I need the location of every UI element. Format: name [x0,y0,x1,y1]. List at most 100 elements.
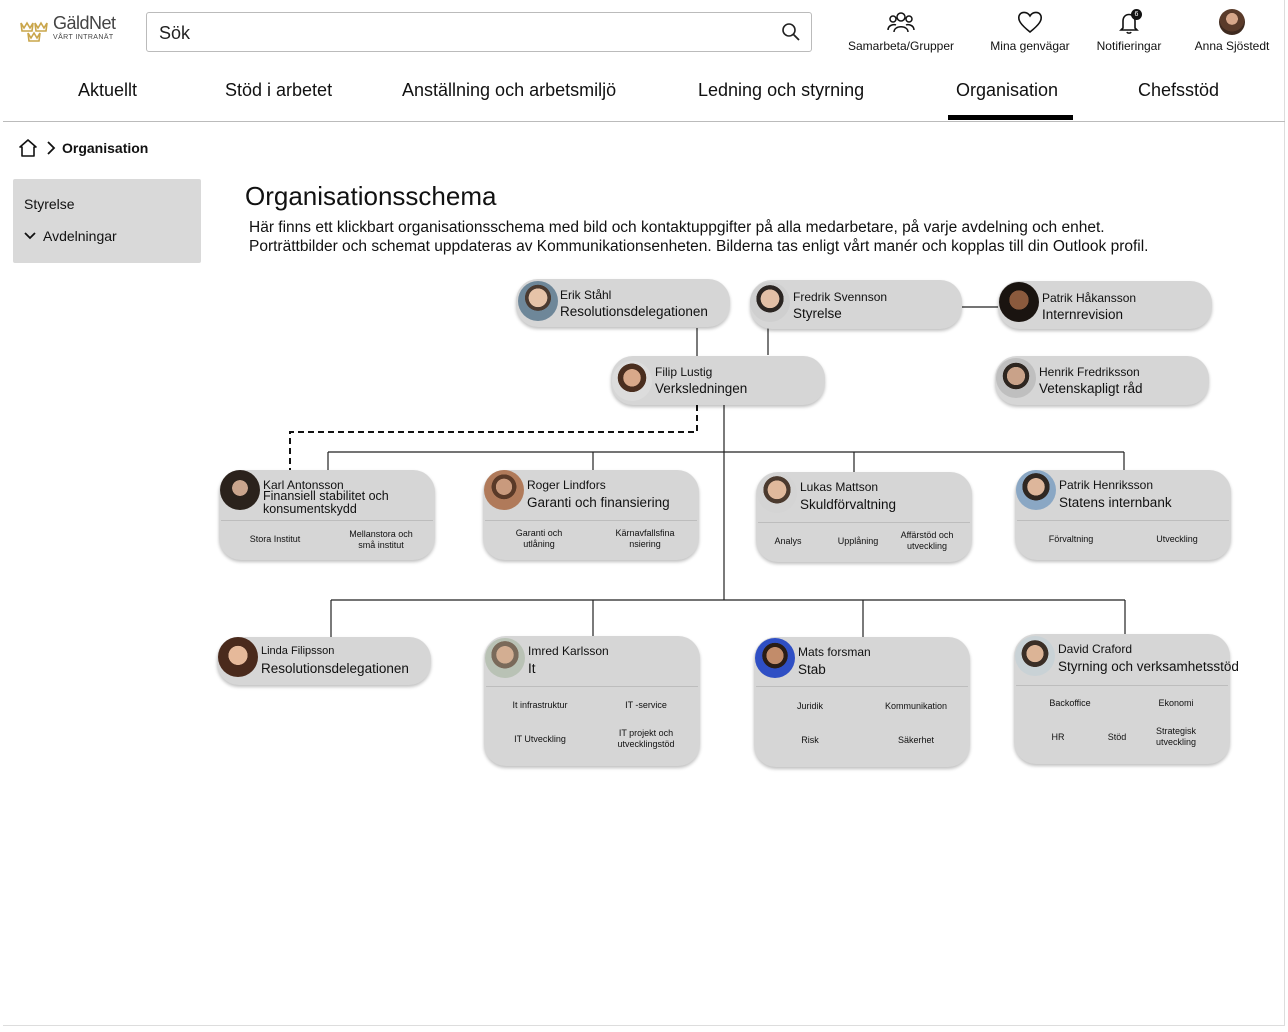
logo-subtitle: VÅRT INTRANÄT [53,34,114,41]
sub-unit[interactable]: IT projekt och utvecklingstöd [606,728,686,750]
sub-unit[interactable]: Mellanstora och små institut [341,529,421,551]
card-divider [758,522,970,523]
nav-stod-i-arbetet[interactable]: Stöd i arbetet [225,80,332,101]
nav-organisation[interactable]: Organisation [956,80,1058,101]
search-icon[interactable] [781,22,801,42]
org-card-patrik-hakansson[interactable]: Patrik Håkansson Internrevision [998,281,1212,329]
unit-name: Finansiell stabilitet och konsumentskydd [263,489,389,516]
person-name: Mats forsman [798,645,871,659]
unit-name: Styrelse [793,306,842,321]
org-card-mats-forsman[interactable]: Mats forsman Stab Juridik Kommunikation … [754,637,970,767]
unit-name: Internrevision [1042,307,1124,322]
chevron-down-icon [24,232,36,240]
nav-aktuellt[interactable]: Aktuellt [78,80,137,101]
card-divider [485,520,697,521]
sidebar-item-avdelningar[interactable]: Avdelningar [24,228,117,244]
person-name: Filip Lustig [655,365,713,379]
breadcrumb: Organisation [18,138,148,158]
sidebar-item-styrelse[interactable]: Styrelse [24,196,75,212]
unit-name: Styrning och verksamhetsstöd [1058,659,1239,674]
nav-ledning[interactable]: Ledning och styrning [698,80,864,101]
org-card-imred-karlsson[interactable]: Imred Karlsson It It infrastruktur IT -s… [484,636,700,766]
breadcrumb-current: Organisation [62,140,149,156]
org-card-fredrik-svennson[interactable]: Fredrik Svennson Styrelse [750,280,962,329]
sub-unit[interactable]: Affärstöd och utveckling [892,530,962,552]
unit-name: Verksledningen [655,381,748,396]
nav-anstallning[interactable]: Anställning och arbetsmiljö [402,80,616,101]
sub-unit[interactable]: Stöd [1098,732,1136,743]
org-card-roger-lindfors[interactable]: Roger Lindfors Garanti och finansiering … [483,470,699,560]
sub-unit[interactable]: Upplåning [830,536,886,547]
samarbeta-label: Samarbeta/Grupper [847,39,955,53]
sub-unit[interactable]: Backoffice [1034,698,1106,709]
org-card-patrik-henriksson[interactable]: Patrik Henriksson Statens internbank För… [1015,470,1231,560]
sub-unit[interactable]: Strategisk utveckling [1146,726,1206,748]
search-placeholder: Sök [159,23,191,43]
sub-unit[interactable]: IT Utveckling [498,734,582,745]
unit-name: Statens internbank [1059,495,1172,510]
notifieringar-label: Notifieringar [1096,39,1162,53]
main-navigation: Aktuellt Stöd i arbetet Anställning och … [3,68,1285,122]
person-name: Lukas Mattson [800,480,879,494]
genvagar-label: Mina genvägar [990,39,1070,53]
avatar [1015,636,1055,676]
notifieringar-button[interactable]: 6 Notifieringar [1092,8,1166,53]
sub-unit[interactable]: Stora Institut [239,534,311,545]
sub-unit[interactable]: Garanti och utlåning [503,528,575,550]
org-card-erik-stahl[interactable]: Erik Ståhl Resolutionsdelegationen [516,279,730,327]
person-name: Patrik Henriksson [1059,478,1154,492]
page-title: Organisationsschema [245,181,497,211]
sub-unit[interactable]: Utveckling [1143,534,1211,545]
user-profile-button[interactable]: Anna Sjöstedt [1192,9,1272,53]
unit-name: Resolutionsdelegationen [261,661,409,676]
card-divider [486,686,698,687]
notification-badge: 6 [1131,9,1142,20]
avatar [220,470,260,510]
sub-unit[interactable]: Juridik [778,701,842,712]
person-name: Roger Lindfors [527,478,606,492]
card-divider [1016,685,1228,686]
chevron-right-icon [47,141,56,155]
sidebar: Styrelse Avdelningar [13,179,201,263]
unit-name: Resolutionsdelegationen [560,304,708,319]
sub-unit[interactable]: IT -service [610,700,682,711]
person-name: Linda Filipsson [261,645,335,657]
card-divider [221,520,433,521]
sub-unit[interactable]: Kärnavfallsfina nsiering [607,528,683,550]
card-divider [756,686,968,687]
crown-logo-icon [20,21,48,42]
unit-name: Vetenskapligt råd [1039,381,1143,396]
unit-name: Garanti och finansiering [527,495,670,510]
home-icon[interactable] [18,138,38,158]
sub-unit[interactable]: Kommunikation [876,701,956,712]
intro-line-1: Här finns ett klickbart organisationssch… [249,219,1105,236]
avatar [218,637,258,677]
samarbeta-grupper-button[interactable]: Samarbeta/Grupper [846,8,956,53]
nav-chefsstod[interactable]: Chefsstöd [1138,80,1219,101]
search-input[interactable]: Sök [146,12,812,52]
logo-name: GäldNet [53,13,116,33]
heart-icon [1017,11,1043,34]
nav-active-indicator [948,115,1073,120]
org-card-karl-antonsson[interactable]: Karl Antonsson Finansiell stabilitet och… [219,470,435,560]
sub-unit[interactable]: HR [1038,732,1078,743]
org-card-lukas-mattson[interactable]: Lukas Mattson Skuldförvaltning Analys Up… [756,472,972,562]
gaeldnet-logo[interactable]: GäldNet VÅRT INTRANÄT [18,14,128,48]
mina-genvagar-button[interactable]: Mina genvägar [986,8,1074,53]
unit-name: It [528,661,536,676]
sub-unit[interactable]: Säkerhet [884,735,948,746]
sub-unit[interactable]: Risk [778,735,842,746]
person-name: David Craford [1058,642,1133,656]
sidebar-item-avdelningar-label: Avdelningar [43,228,117,244]
avatar [1016,470,1056,510]
org-card-henrik-fredriksson[interactable]: Henrik Fredriksson Vetenskapligt råd [995,356,1209,405]
sub-unit[interactable]: Analys [766,536,810,547]
org-card-filip-lustig[interactable]: Filip Lustig Verksledningen [611,356,825,405]
avatar [485,638,525,678]
person-name: Fredrik Svennson [793,290,888,304]
sub-unit[interactable]: It infrastruktur [498,700,582,711]
org-card-david-craford[interactable]: David Craford Styrning och verksamhetsst… [1014,634,1239,764]
sub-unit[interactable]: Ekonomi [1142,698,1210,709]
org-card-linda-filipsson[interactable]: Linda Filipsson Resolutionsdelegationen [217,637,431,685]
sub-unit[interactable]: Förvaltning [1035,534,1107,545]
